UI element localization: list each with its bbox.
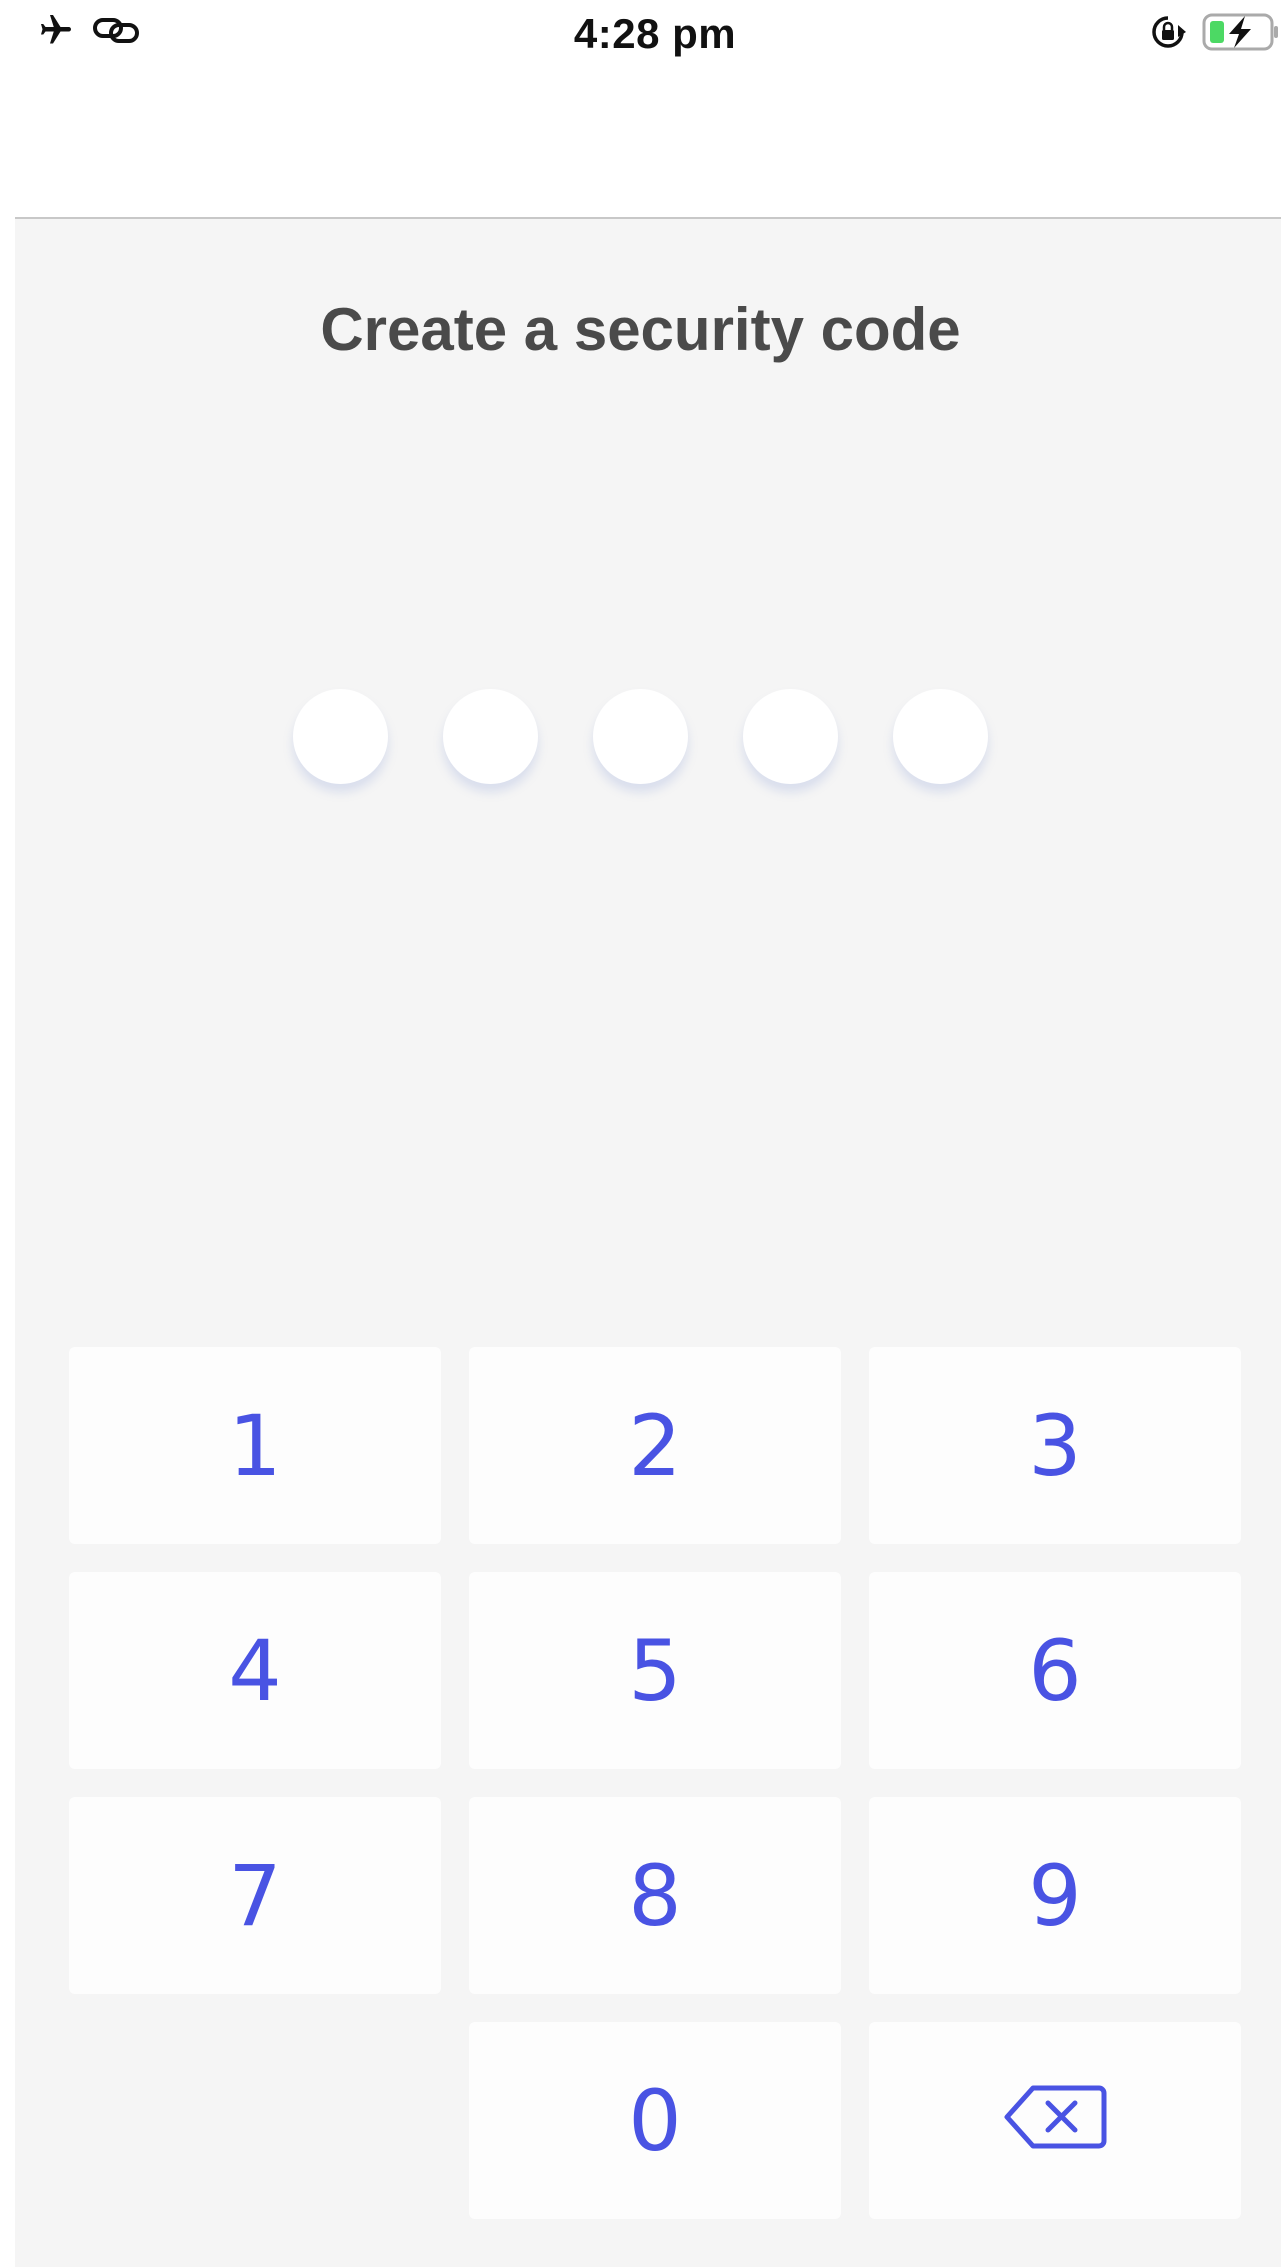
code-digit-dot bbox=[593, 689, 688, 784]
code-digit-dot bbox=[893, 689, 988, 784]
key-8[interactable]: 8 bbox=[469, 1797, 841, 1994]
status-bar-right bbox=[1149, 12, 1281, 57]
key-3[interactable]: 3 bbox=[869, 1347, 1241, 1544]
code-digit-dot bbox=[293, 689, 388, 784]
key-7[interactable]: 7 bbox=[69, 1797, 441, 1994]
keypad-empty-slot bbox=[69, 2022, 441, 2219]
code-digit-dot bbox=[443, 689, 538, 784]
key-0[interactable]: 0 bbox=[469, 2022, 841, 2219]
status-bar: 4:28 pm bbox=[0, 0, 1281, 70]
orientation-lock-icon bbox=[1149, 13, 1187, 56]
key-1[interactable]: 1 bbox=[69, 1347, 441, 1544]
key-9[interactable]: 9 bbox=[869, 1797, 1241, 1994]
code-digit-dot bbox=[743, 689, 838, 784]
key-2[interactable]: 2 bbox=[469, 1347, 841, 1544]
key-4[interactable]: 4 bbox=[69, 1572, 441, 1769]
key-5[interactable]: 5 bbox=[469, 1572, 841, 1769]
navigation-header bbox=[0, 70, 1281, 218]
code-indicator bbox=[0, 689, 1281, 784]
page-title: Create a security code bbox=[320, 296, 961, 363]
battery-charging-icon bbox=[1201, 12, 1281, 57]
numeric-keypad: 1 2 3 4 5 6 7 8 9 0 bbox=[69, 1347, 1241, 2219]
backspace-button[interactable] bbox=[869, 2022, 1241, 2219]
status-time: 4:28 pm bbox=[573, 10, 737, 57]
backspace-icon bbox=[1003, 2072, 1107, 2170]
key-6[interactable]: 6 bbox=[869, 1572, 1241, 1769]
